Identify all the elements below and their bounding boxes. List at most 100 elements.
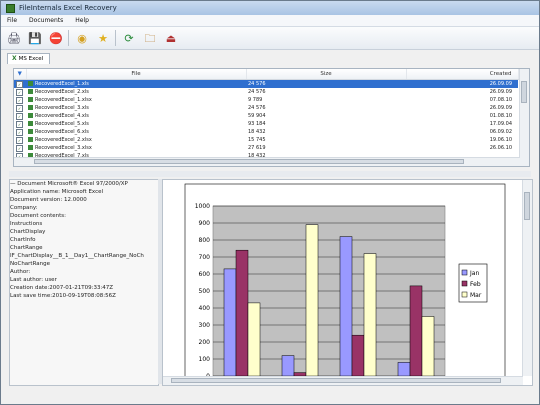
table-row[interactable]: ✓ RecoveredExcel_3.xls 24 576 26.09.09 — [14, 104, 518, 112]
row-checkbox[interactable]: ✓ — [16, 128, 23, 136]
stop-icon[interactable]: ⛔ — [48, 30, 64, 46]
info-line: ChartDisplay — [10, 229, 46, 235]
row-checkbox[interactable]: ✓ — [16, 104, 23, 112]
row-checkbox[interactable]: ✓ — [16, 144, 23, 152]
file-name-cell: RecoveredExcel_5.xls — [26, 120, 246, 128]
table-row[interactable]: ✓ RecoveredExcel_2.xls 24 576 26.09.09 — [14, 88, 518, 96]
file-name: RecoveredExcel_3.xls — [35, 105, 89, 111]
exit-icon[interactable]: ⏏ — [163, 30, 179, 46]
table-row[interactable]: ✓ RecoveredExcel_2.xlsx 15 745 19.06.10 — [14, 136, 518, 144]
menu-documents[interactable]: Documents — [29, 17, 63, 24]
bar-feb-north — [351, 334, 365, 377]
file-size: 59 904 — [248, 113, 266, 119]
file-created: 26.09.09 — [406, 79, 518, 88]
favorite-icon[interactable]: ★ — [95, 30, 111, 46]
title-bar: FileInternals Excel Recovery — [1, 1, 539, 15]
file-name: RecoveredExcel_3.xlsx — [35, 145, 92, 151]
bar-mar-east — [247, 302, 261, 377]
menu-bar: File Documents Help — [1, 15, 539, 27]
bar-mar-west — [305, 224, 319, 377]
preview-vertical-scrollbar[interactable] — [522, 180, 532, 376]
column-header-file[interactable]: File — [26, 69, 247, 80]
bar-feb-south — [409, 285, 423, 377]
tab-label: MS Excel — [18, 56, 44, 62]
file-list-panel: ▼ File Size Created ✓ RecoveredExcel_1.xl… — [13, 68, 530, 167]
scrollbar-thumb[interactable] — [524, 192, 530, 220]
recover-icon[interactable]: ◉ — [74, 30, 90, 46]
toolbar-separator — [68, 30, 69, 46]
column-header-size[interactable]: Size — [246, 69, 407, 80]
file-name-cell: RecoveredExcel_4.xls — [26, 112, 246, 120]
table-row[interactable]: ✓ RecoveredExcel_1.xls 24 576 26.09.09 — [14, 79, 518, 88]
file-size: 15 745 — [248, 137, 266, 143]
tab-strip: X MS Excel — [7, 53, 51, 64]
row-checkbox-cell: ✓ — [14, 136, 26, 144]
folder-icon[interactable]: 🗀 — [142, 30, 158, 46]
file-name-cell: RecoveredExcel_6.xls — [26, 128, 246, 136]
row-checkbox[interactable]: ✓ — [16, 112, 23, 120]
print-icon[interactable]: 🖨 — [6, 30, 22, 46]
excel-file-icon — [28, 145, 33, 150]
bar-chart: 01002003004005006007008009001000EastWest… — [184, 183, 506, 385]
excel-file-icon — [28, 89, 33, 94]
y-tick-label: 700 — [199, 254, 211, 261]
preview-horizontal-scrollbar[interactable] — [163, 376, 523, 385]
excel-file-icon — [28, 129, 33, 134]
column-header-created[interactable]: Created — [406, 69, 519, 80]
file-name: RecoveredExcel_6.xls — [35, 129, 89, 135]
row-checkbox-cell: ✓ — [14, 128, 26, 136]
file-created: 19.06.10 — [489, 137, 512, 143]
file-list-vertical-scrollbar[interactable] — [519, 69, 529, 166]
tab-ms-excel[interactable]: X MS Excel — [7, 53, 51, 64]
file-size: 24 576 — [248, 105, 266, 111]
file-size: 27 619 — [248, 145, 266, 151]
row-checkbox[interactable]: ✓ — [16, 88, 23, 96]
file-created: 26.06.10 — [489, 145, 512, 151]
bar-jan-north — [339, 236, 353, 377]
menu-file[interactable]: File — [7, 17, 17, 24]
info-line: ChartInfo — [10, 237, 36, 243]
bar-jan-south — [397, 362, 411, 377]
table-row[interactable]: ✓ RecoveredExcel_1.xlsx 9 789 07.08.10 — [14, 96, 518, 104]
bar-jan-west — [281, 355, 295, 377]
excel-file-icon — [28, 137, 33, 142]
filter-icon[interactable]: ▼ — [14, 69, 27, 80]
file-size: 18 432 — [248, 129, 266, 135]
info-line: Last author: user — [10, 277, 57, 283]
scrollbar-thumb[interactable] — [171, 378, 501, 383]
y-tick-label: 200 — [199, 339, 211, 346]
row-checkbox[interactable]: ✓ — [16, 80, 23, 88]
row-checkbox-cell: ✓ — [14, 112, 26, 120]
row-checkbox[interactable]: ✓ — [16, 136, 23, 144]
y-tick-label: 800 — [199, 237, 211, 244]
y-tick-label: 400 — [199, 305, 211, 312]
row-checkbox[interactable]: ✓ — [16, 120, 23, 128]
bar-mar-north — [363, 253, 377, 377]
file-created: 26.09.09 — [489, 105, 512, 111]
legend-label: Feb — [470, 281, 481, 288]
excel-file-icon — [28, 113, 33, 118]
table-row[interactable]: ✓ RecoveredExcel_4.xls 59 904 01.08.10 — [14, 112, 518, 120]
row-checkbox-cell: ✓ — [14, 104, 26, 112]
file-name-cell: RecoveredExcel_1.xls — [26, 79, 246, 88]
table-row[interactable]: ✓ RecoveredExcel_6.xls 18 432 06.09.02 — [14, 128, 518, 136]
legend-swatch — [461, 291, 468, 298]
legend-swatch — [461, 269, 468, 276]
info-line: Company: — [10, 205, 38, 211]
table-row[interactable]: ✓ RecoveredExcel_3.xlsx 27 619 26.06.10 — [14, 144, 518, 152]
legend-label: Mar — [470, 292, 482, 299]
info-line: Application name: Microsoft Excel — [10, 189, 104, 195]
menu-help[interactable]: Help — [75, 17, 89, 24]
save-icon[interactable]: 💾 — [27, 30, 43, 46]
table-row[interactable]: ✓ RecoveredExcel_5.xls 93 184 17.09.04 — [14, 120, 518, 128]
scrollbar-thumb[interactable] — [34, 159, 464, 164]
file-created: 01.08.10 — [489, 113, 512, 119]
excel-file-icon — [28, 105, 33, 110]
refresh-icon[interactable]: ⟳ — [121, 30, 137, 46]
horizontal-splitter[interactable] — [9, 171, 531, 177]
info-line: Document contents: — [10, 213, 67, 219]
scrollbar-thumb[interactable] — [521, 81, 527, 103]
row-checkbox[interactable]: ✓ — [16, 96, 23, 104]
file-table: ▼ File Size Created ✓ RecoveredExcel_1.xl… — [14, 69, 519, 160]
file-list-horizontal-scrollbar[interactable] — [14, 157, 520, 166]
